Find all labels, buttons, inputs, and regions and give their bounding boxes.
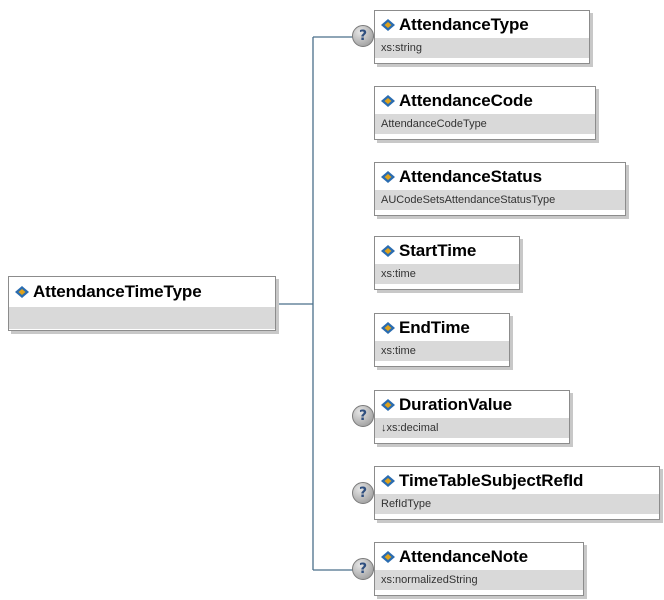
element-icon [381, 398, 395, 411]
element-icon [381, 170, 395, 183]
root-type-box[interactable]: AttendanceTimeType [8, 276, 276, 331]
element-box-duration-value[interactable]: DurationValue ↓xs:decimal [374, 390, 570, 444]
element-box-start-time[interactable]: StartTime xs:time [374, 236, 520, 290]
element-type: AUCodeSetsAttendanceStatusType [375, 190, 625, 210]
root-type-band [9, 307, 275, 329]
root-type-name: AttendanceTimeType [33, 282, 202, 301]
optional-marker-icon: ? [352, 405, 374, 427]
element-name: AttendanceStatus [399, 166, 542, 186]
element-box-attendance-code[interactable]: AttendanceCode AttendanceCodeType [374, 86, 596, 140]
optional-marker-icon: ? [352, 482, 374, 504]
element-box-time-table-subject-ref-id[interactable]: TimeTableSubjectRefId RefIdType [374, 466, 660, 520]
element-type: AttendanceCodeType [375, 114, 595, 134]
element-name: StartTime [399, 240, 477, 260]
element-name: AttendanceType [399, 14, 529, 34]
element-icon [381, 18, 395, 31]
element-icon [381, 94, 395, 107]
element-name: DurationValue [399, 394, 513, 414]
element-icon [381, 321, 395, 334]
element-icon [15, 286, 29, 298]
element-box-end-time[interactable]: EndTime xs:time [374, 313, 510, 367]
element-name: TimeTableSubjectRefId [399, 470, 584, 490]
element-name: EndTime [399, 317, 470, 337]
element-type: xs:normalizedString [375, 570, 583, 590]
element-type: ↓xs:decimal [375, 418, 569, 438]
element-icon [381, 244, 395, 257]
element-type: xs:time [375, 264, 519, 284]
optional-marker-icon: ? [352, 25, 374, 47]
element-icon [381, 550, 395, 563]
element-type: xs:time [375, 341, 509, 361]
element-box-attendance-note[interactable]: AttendanceNote xs:normalizedString [374, 542, 584, 596]
element-box-attendance-status[interactable]: AttendanceStatus AUCodeSetsAttendanceSta… [374, 162, 626, 216]
element-icon [381, 474, 395, 487]
element-name: AttendanceCode [399, 90, 533, 110]
element-type: RefIdType [375, 494, 659, 514]
element-box-attendance-type[interactable]: AttendanceType xs:string [374, 10, 590, 64]
element-name: AttendanceNote [399, 546, 528, 566]
element-type: xs:string [375, 38, 589, 58]
optional-marker-icon: ? [352, 558, 374, 580]
